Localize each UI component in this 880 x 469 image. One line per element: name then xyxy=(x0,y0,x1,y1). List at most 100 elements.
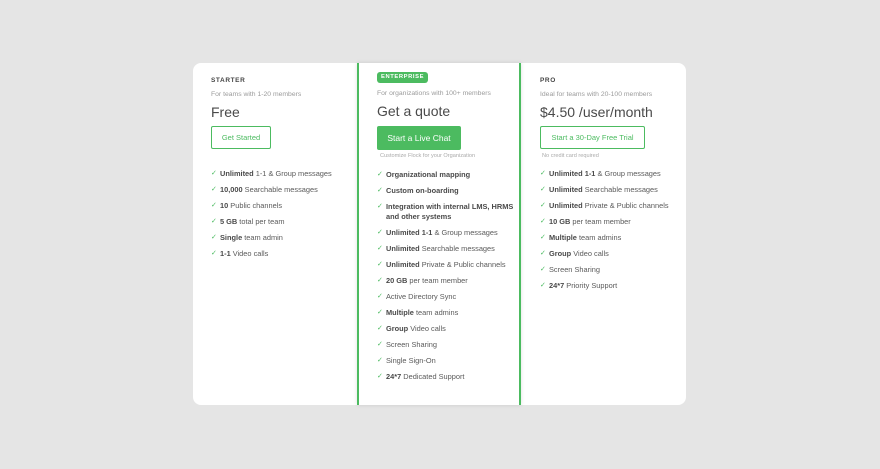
plan-subtitle: Ideal for teams with 20-100 members xyxy=(540,91,653,98)
check-icon: ✓ xyxy=(377,325,383,332)
start-free-trial-button[interactable]: Start a 30-Day Free Trial xyxy=(540,126,645,149)
feature-text: Searchable messages xyxy=(419,244,495,253)
check-icon: ✓ xyxy=(211,202,217,209)
feature-text: Single Sign-On xyxy=(386,356,436,365)
feature-item: ✓ Screen Sharing xyxy=(377,340,515,350)
feature-highlight: Multiple xyxy=(549,233,577,242)
feature-highlight: Single xyxy=(220,233,243,242)
plan-subtitle: For teams with 1-20 members xyxy=(211,91,302,98)
feature-text: Searchable messages xyxy=(242,185,318,194)
check-icon: ✓ xyxy=(377,373,383,380)
feature-item: ✓ Single Sign-On xyxy=(377,356,515,366)
feature-item: ✓ Single team admin xyxy=(211,233,351,243)
plan-subtitle: For organizations with 100+ members xyxy=(377,90,491,97)
feature-text: Priority Support xyxy=(564,281,618,290)
feature-highlight: Integration with internal LMS, HRMS and … xyxy=(386,202,514,221)
feature-list: ✓ Organizational mapping ✓ Custom on-boardi… xyxy=(377,170,515,388)
feature-text: Screen Sharing xyxy=(549,265,600,274)
feature-highlight: Unlimited xyxy=(549,201,583,210)
feature-highlight: Custom on-boarding xyxy=(386,186,459,195)
feature-text: Active Directory Sync xyxy=(386,292,457,301)
check-icon: ✓ xyxy=(540,266,546,273)
plan-name: STARTER xyxy=(211,77,246,84)
plan-price: Get a quote xyxy=(377,103,451,119)
check-icon: ✓ xyxy=(540,282,546,289)
feature-item: ✓ Group Video calls xyxy=(540,249,682,259)
plan-starter: STARTER For teams with 1-20 members Free… xyxy=(193,63,357,405)
check-icon: ✓ xyxy=(540,234,546,241)
feature-text: Video calls xyxy=(230,249,269,258)
check-icon: ✓ xyxy=(377,261,383,268)
feature-item: ✓ Unlimited Private & Public channels xyxy=(377,260,515,270)
feature-list: ✓ Unlimited 1-1 & Group messages ✓ Unlimite… xyxy=(540,169,682,297)
check-icon: ✓ xyxy=(211,170,217,177)
check-icon: ✓ xyxy=(540,186,546,193)
feature-item: ✓ Multiple team admins xyxy=(540,233,682,243)
feature-item: ✓ Integration with internal LMS, HRMS and… xyxy=(377,202,515,222)
check-icon: ✓ xyxy=(377,171,383,178)
feature-highlight: Unlimited 1-1 xyxy=(386,228,433,237)
feature-highlight: 10 xyxy=(220,201,229,210)
feature-item: ✓ 10 GB per team member xyxy=(540,217,682,227)
feature-highlight: 10 GB xyxy=(549,217,571,226)
check-icon: ✓ xyxy=(540,218,546,225)
plan-price: $4.50 /user/month xyxy=(540,104,653,120)
pricing-card: STARTER For teams with 1-20 members Free… xyxy=(193,63,686,405)
start-live-chat-button[interactable]: Start a Live Chat xyxy=(377,126,461,150)
plan-enterprise: ENTERPRISE For organizations with 100+ m… xyxy=(357,63,521,405)
feature-list: ✓ Unlimited 1-1 & Group messages ✓ 10,000 S… xyxy=(211,169,351,265)
feature-item: ✓ Unlimited Searchable messages xyxy=(377,244,515,254)
get-started-button[interactable]: Get Started xyxy=(211,126,271,149)
feature-text: Dedicated Support xyxy=(401,372,465,381)
feature-item: ✓ 20 GB per team member xyxy=(377,276,515,286)
feature-text: team admins xyxy=(413,308,459,317)
check-icon: ✓ xyxy=(377,229,383,236)
plan-name: PRO xyxy=(540,77,556,84)
pro-note: No credit card required xyxy=(542,153,599,159)
feature-highlight: Unlimited xyxy=(549,185,583,194)
feature-highlight: Group xyxy=(386,324,409,333)
feature-item: ✓ Screen Sharing xyxy=(540,265,682,275)
feature-text: Screen Sharing xyxy=(386,340,437,349)
check-icon: ✓ xyxy=(377,341,383,348)
feature-text: Video calls xyxy=(571,249,609,258)
feature-text: per team member xyxy=(407,276,468,285)
feature-item: ✓ Active Directory Sync xyxy=(377,292,515,302)
feature-text: team admin xyxy=(242,233,283,242)
check-icon: ✓ xyxy=(540,170,546,177)
feature-item: ✓ 24*7 Priority Support xyxy=(540,281,682,291)
feature-item: ✓ 5 GB total per team xyxy=(211,217,351,227)
check-icon: ✓ xyxy=(377,277,383,284)
check-icon: ✓ xyxy=(377,357,383,364)
feature-item: ✓ 24*7 Dedicated Support xyxy=(377,372,515,382)
plan-pro: PRO Ideal for teams with 20-100 members … xyxy=(521,63,686,405)
check-icon: ✓ xyxy=(540,202,546,209)
feature-text: Private & Public channels xyxy=(582,201,669,210)
check-icon: ✓ xyxy=(211,218,217,225)
check-icon: ✓ xyxy=(377,187,383,194)
feature-text: & Group messages xyxy=(432,228,498,237)
check-icon: ✓ xyxy=(540,250,546,257)
feature-highlight: 1-1 xyxy=(220,249,231,258)
feature-highlight: Group xyxy=(549,249,572,258)
plan-price: Free xyxy=(211,104,240,120)
feature-item: ✓ Group Video calls xyxy=(377,324,515,334)
feature-highlight: Unlimited xyxy=(386,244,420,253)
feature-text: total per team xyxy=(237,217,285,226)
feature-highlight: 5 GB xyxy=(220,217,238,226)
check-icon: ✓ xyxy=(377,245,383,252)
feature-item: ✓ 10 Public channels xyxy=(211,201,351,211)
feature-text: Searchable messages xyxy=(582,185,658,194)
feature-highlight: Unlimited xyxy=(220,169,254,178)
feature-highlight: 10,000 xyxy=(220,185,243,194)
check-icon: ✓ xyxy=(377,293,383,300)
enterprise-badge: ENTERPRISE xyxy=(377,72,429,83)
feature-item: ✓ Multiple team admins xyxy=(377,308,515,318)
feature-item: ✓ Unlimited Searchable messages xyxy=(540,185,682,195)
feature-text: team admins xyxy=(576,233,622,242)
check-icon: ✓ xyxy=(377,203,383,210)
feature-text: Private & Public channels xyxy=(419,260,506,269)
feature-highlight: 24*7 xyxy=(386,372,402,381)
feature-text: Video calls xyxy=(408,324,446,333)
feature-item: ✓ Unlimited Private & Public channels xyxy=(540,201,682,211)
